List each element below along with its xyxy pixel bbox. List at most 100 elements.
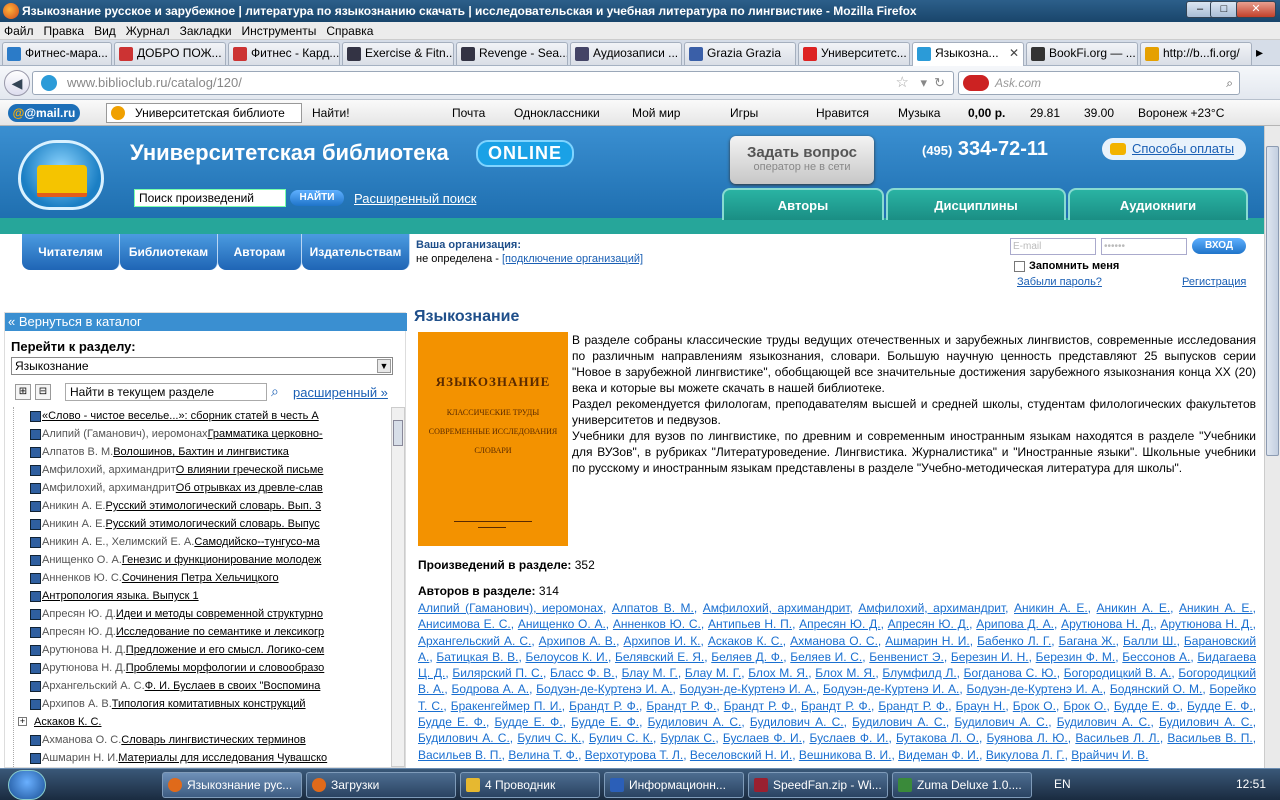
item-title[interactable]: Русский этимологический словарь. Вып. 3 (106, 500, 322, 512)
author-link[interactable]: Будилович А. С. (1159, 715, 1253, 729)
author-link[interactable]: Батицкая В. В. (436, 650, 518, 664)
forgot-password-link[interactable]: Забыли пароль? (1017, 276, 1102, 288)
item-title[interactable]: Материалы для исследования Чувашско (118, 752, 327, 764)
site-search-input[interactable]: Поиск произведений (134, 189, 286, 207)
search-icon[interactable]: ⌕ (1226, 72, 1233, 94)
author-link[interactable]: Бодрова А. А. (451, 682, 529, 696)
author-link[interactable]: Блау М. Г. (622, 666, 678, 680)
author-link[interactable]: Беляев Д. Ф. (711, 650, 783, 664)
author-link[interactable]: Будде Е. Ф. (495, 715, 563, 729)
author-link[interactable]: Бодуэн-де-Куртенэ И. А. (966, 682, 1102, 696)
list-item[interactable]: Ашмарин Н. И.Материалы для исследования … (14, 749, 389, 767)
payment-methods-link[interactable]: Способы оплаты (1102, 138, 1246, 160)
author-link[interactable]: Будилович А. С. (648, 715, 742, 729)
list-item[interactable]: Аникин А. Е.Русский этимологический слов… (14, 497, 389, 515)
likes-link[interactable]: Нравится (816, 106, 869, 120)
author-link[interactable]: Амфилохий, архимандрит (858, 601, 1005, 615)
author-link[interactable]: Антипьев Н. П. (708, 617, 792, 631)
list-item[interactable]: Арутюнова Н. Д.Предложение и его смысл. … (14, 641, 389, 659)
scroll-thumb[interactable] (1266, 146, 1279, 456)
library-logo-icon[interactable] (18, 140, 104, 210)
bookmark-star-icon[interactable]: ☆ (896, 72, 909, 94)
author-link[interactable]: Бабенко Л. Г. (977, 634, 1051, 648)
author-link[interactable]: Балли Ш. (1123, 634, 1177, 648)
author-link[interactable]: Архангельский А. С. (418, 634, 531, 648)
item-title[interactable]: Об отрывках из древле-слав (176, 482, 323, 494)
browser-tab[interactable]: Аудиозаписи ... (570, 42, 682, 65)
browser-tab[interactable]: BookFi.org — ... (1026, 42, 1138, 65)
taskbar-task[interactable]: Информационн... (604, 772, 744, 798)
browser-tab[interactable]: Exercise & Fitn... (342, 42, 454, 65)
expand-icon[interactable]: + (18, 717, 27, 726)
author-link[interactable]: Васильев Л. Л. (1075, 731, 1160, 745)
author-link[interactable]: Васильев В. П. (1167, 731, 1252, 745)
list-item[interactable]: Архипов А. В.Типология комитативных конс… (14, 695, 389, 713)
odnoklassniki-link[interactable]: Одноклассники (514, 106, 600, 120)
item-title[interactable]: Предложение и его смысл. Логико-сем (126, 644, 324, 656)
author-link[interactable]: Аникин А. Е. (1014, 601, 1088, 615)
author-link[interactable]: Алипий (Гаманович), иеромонах (418, 601, 603, 615)
author-link[interactable]: Бодуэн-де-Куртенэ И. А. (680, 682, 816, 696)
author-link[interactable]: Бодуэн-де-Куртенэ И. А. (536, 682, 672, 696)
author-link[interactable]: Березин И. Н. (951, 650, 1029, 664)
tab-disciplines[interactable]: Дисциплины (886, 188, 1066, 220)
author-link[interactable]: Апресян Ю. Д. (799, 617, 880, 631)
author-link[interactable]: Аникин А. Е. (1179, 601, 1253, 615)
mail-link[interactable]: Почта (452, 106, 485, 120)
author-link[interactable]: Васильев В. П. (418, 748, 502, 762)
menu-file[interactable]: Файл (4, 24, 34, 38)
search-icon[interactable]: ⌕ (271, 383, 279, 400)
author-link[interactable]: Браун Н. (956, 699, 1006, 713)
tree-scrollbar[interactable] (391, 407, 405, 767)
scroll-thumb[interactable] (393, 420, 403, 446)
browser-tab[interactable]: Фитнес - Кард... (228, 42, 340, 65)
taskbar-task[interactable]: Языкознание рус... (162, 772, 302, 798)
list-item[interactable]: Арутюнова Н. Д.Проблемы морфологии и сло… (14, 659, 389, 677)
author-link[interactable]: Будилович А. С. (954, 715, 1048, 729)
author-link[interactable]: Арутюнова Н. Д. (1160, 617, 1252, 631)
item-title[interactable]: Ф. И. Буслаев в своих "Воспомина (145, 680, 321, 692)
section-advanced-link[interactable]: расширенный » (293, 385, 388, 400)
list-item[interactable]: Аникин А. Е., Хелимский Е. А.Самодийско-… (14, 533, 389, 551)
item-title[interactable]: Идеи и методы современной структурно (116, 608, 323, 620)
author-link[interactable]: Брок О. (1063, 699, 1106, 713)
author-link[interactable]: Бутакова Л. О. (896, 731, 979, 745)
author-link[interactable]: Буянова Л. Ю. (987, 731, 1068, 745)
author-link[interactable]: Анненков Ю. С. (613, 617, 701, 631)
expand-tree-icon[interactable]: ⊞ (15, 384, 31, 400)
author-link[interactable]: Брок О. (1013, 699, 1056, 713)
browser-tab-active[interactable]: Языкозна... ✕ (912, 42, 1024, 66)
author-link[interactable]: Вешникова В. И. (799, 748, 892, 762)
author-link[interactable]: Архипов А. В. (539, 634, 616, 648)
site-title[interactable]: Университетская библиотека (130, 140, 449, 166)
item-title[interactable]: Русский этимологический словарь. Выпус (106, 518, 320, 530)
browser-tab[interactable]: Фитнес-мара... (2, 42, 112, 65)
author-link[interactable]: Будде Е. Ф. (571, 715, 639, 729)
taskbar-task[interactable]: Загрузки (306, 772, 456, 798)
author-link[interactable]: Видеман Ф. И. (898, 748, 979, 762)
list-item[interactable]: Апресян Ю. Д.Идеи и методы современной с… (14, 605, 389, 623)
mailru-find-button[interactable]: Найти! (312, 106, 350, 120)
menu-view[interactable]: Вид (94, 24, 116, 38)
list-item[interactable]: Апресян Ю. Д.Исследование по семантике и… (14, 623, 389, 641)
list-item[interactable]: Амфилохий, архимандритО влиянии греческо… (14, 461, 389, 479)
taskbar-task[interactable]: SpeedFan.zip - Wi... (748, 772, 888, 798)
author-link[interactable]: Беляев И. С. (790, 650, 862, 664)
author-link[interactable]: Бодуэн-де-Куртенэ И. А. (823, 682, 959, 696)
author-link[interactable]: Арутюнова Н. Д. (1061, 617, 1153, 631)
author-link[interactable]: Белоусов К. И. (525, 650, 608, 664)
remember-me-checkbox[interactable]: Запомнить меня (1014, 260, 1119, 272)
item-title[interactable]: Сочинения Петра Хельчицкого (122, 572, 279, 584)
author-link[interactable]: Блау М. Г. (685, 666, 741, 680)
my-world-link[interactable]: Мой мир (632, 106, 680, 120)
author-link[interactable]: Багана Ж. (1059, 634, 1116, 648)
author-link[interactable]: Билярский П. С. (452, 666, 543, 680)
browser-tab[interactable]: Университетс... (798, 42, 910, 65)
author-link[interactable]: Булич С. К. (517, 731, 581, 745)
menu-history[interactable]: Журнал (126, 24, 170, 38)
author-link[interactable]: Будилович А. С. (1057, 715, 1151, 729)
author-link[interactable]: Амфилохий, архимандрит (703, 601, 850, 615)
tab-authors[interactable]: Авторы (722, 188, 884, 220)
games-link[interactable]: Игры (730, 106, 758, 120)
author-link[interactable]: Брандт Р. Ф. (569, 699, 639, 713)
